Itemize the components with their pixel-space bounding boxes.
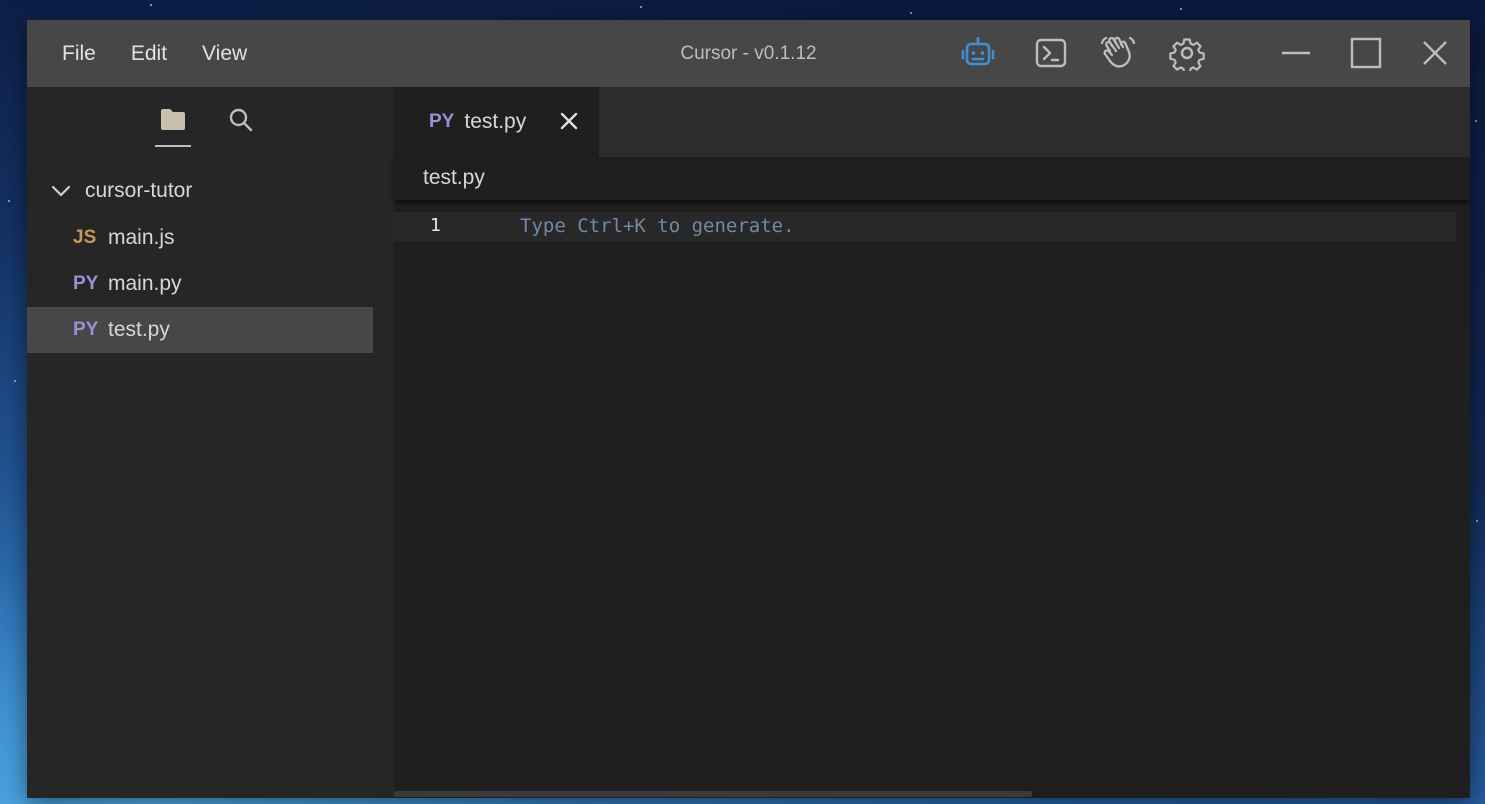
explorer-tab[interactable] (155, 107, 191, 147)
sidebar: cursor-tutor JS main.js PY main.py PY te… (27, 87, 394, 798)
folder-name: cursor-tutor (85, 179, 193, 202)
file-name: test.py (108, 318, 170, 341)
tab-close-icon[interactable] (559, 111, 579, 131)
menu-edit[interactable]: Edit (131, 42, 167, 66)
code-line-1[interactable]: 1 Type Ctrl+K to generate. (394, 212, 1456, 241)
file-item-main-js[interactable]: JS main.js (27, 215, 373, 261)
scrollbar-thumb[interactable] (394, 791, 1032, 797)
robot-icon[interactable] (960, 35, 996, 71)
tab-bar: PY test.py (394, 87, 1470, 157)
folder-icon (161, 109, 185, 130)
line-number: 1 (430, 215, 441, 236)
gear-icon[interactable] (1169, 35, 1205, 71)
maximize-icon[interactable] (1348, 35, 1384, 71)
menu-file[interactable]: File (62, 42, 96, 66)
tab-test-py[interactable]: PY test.py (394, 87, 599, 157)
menu-bar: File Edit View (62, 20, 282, 87)
search-icon (229, 108, 253, 132)
js-file-icon: JS (73, 227, 97, 248)
folder-cursor-tutor[interactable]: cursor-tutor (27, 170, 394, 212)
waving-hand-icon[interactable] (1100, 35, 1136, 71)
python-file-icon: PY (429, 111, 455, 132)
horizontal-scrollbar[interactable] (394, 790, 1470, 798)
tab-title: test.py (464, 110, 527, 133)
minimize-icon[interactable] (1278, 35, 1314, 71)
sidebar-tabs (27, 87, 394, 157)
terminal-icon[interactable] (1033, 35, 1069, 71)
chevron-down-icon (51, 185, 71, 197)
app-window: File Edit View Cursor - v0.1.12 cursor-t… (27, 20, 1470, 798)
search-tab[interactable] (223, 107, 259, 145)
breadcrumb-file[interactable]: test.py (423, 166, 485, 190)
title-bar: File Edit View Cursor - v0.1.12 (27, 20, 1470, 87)
generate-hint: Type Ctrl+K to generate. (520, 215, 795, 237)
python-file-icon: PY (73, 273, 99, 294)
menu-view[interactable]: View (202, 42, 247, 66)
file-name: main.js (108, 226, 175, 249)
file-item-main-py[interactable]: PY main.py (27, 261, 373, 307)
close-icon[interactable] (1417, 35, 1453, 71)
python-file-icon: PY (73, 319, 99, 340)
file-name: main.py (108, 272, 182, 295)
breadcrumb: test.py (394, 157, 1470, 200)
file-item-test-py[interactable]: PY test.py (27, 307, 373, 353)
editor-area: PY test.py test.py 1 Type Ctrl+K to gene… (394, 87, 1470, 798)
